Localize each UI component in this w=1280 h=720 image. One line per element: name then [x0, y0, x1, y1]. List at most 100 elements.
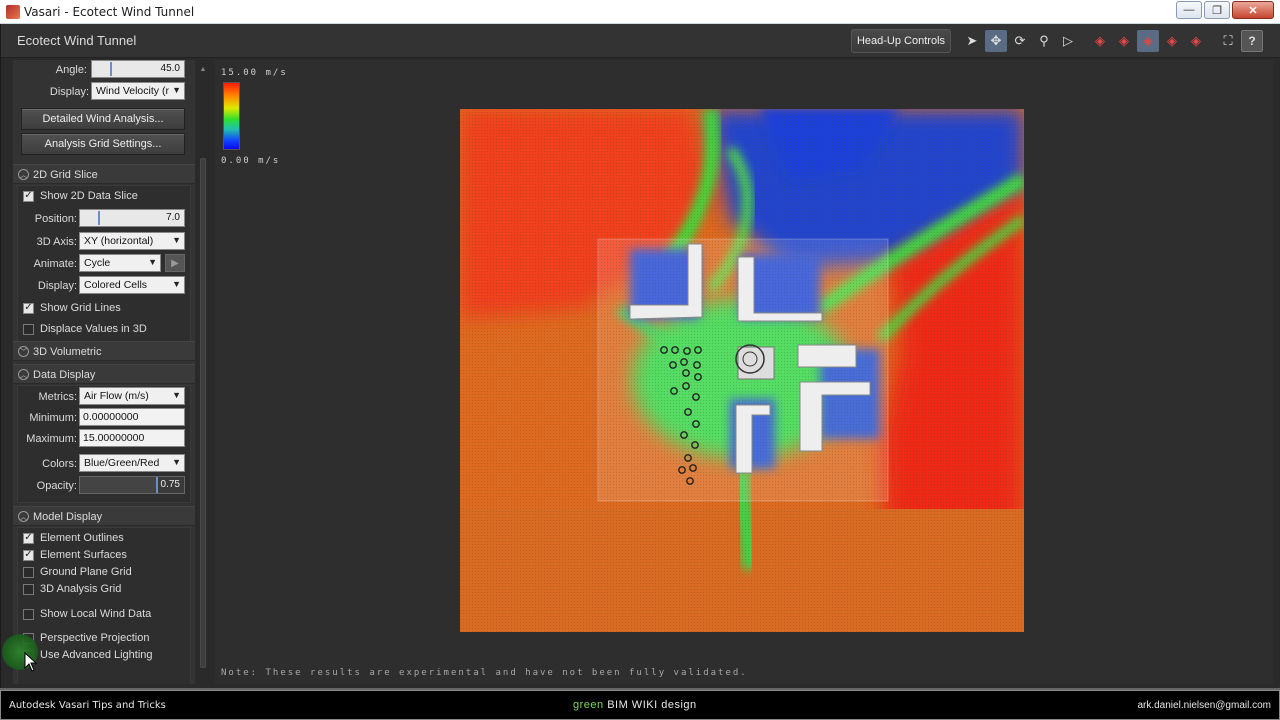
advanced-lighting-checkbox[interactable]: Use Advanced Lighting [23, 647, 153, 663]
position-value: 7.0 [166, 212, 180, 223]
show-grid-lines-checkbox[interactable]: ✓ Show Grid Lines [23, 300, 121, 316]
metrics-select[interactable]: Air Flow (m/s) ▼ [79, 387, 185, 405]
position-row: Position: 7.0 [13, 209, 195, 229]
minimum-input[interactable]: 0.00000000 [79, 408, 185, 426]
angle-label: Angle: [55, 64, 87, 76]
view-toolbar: ➤ ✥ ⟳ ⚲ ▷ ◈ ◈ ◈ ◈ ◈ ⛶ ? [961, 29, 1265, 53]
angle-slider-field[interactable]: 45.0 [91, 60, 185, 78]
perspective-projection-checkbox[interactable]: Perspective Projection [23, 630, 149, 646]
model-display-section-header[interactable]: ︿ Model Display [13, 506, 195, 526]
window-title: Vasari - Ecotect Wind Tunnel [24, 5, 195, 19]
brand-design: design [661, 699, 697, 711]
checkmark-icon: ✓ [23, 190, 34, 202]
chevron-down-icon: ▼ [148, 257, 157, 267]
cell-display-select[interactable]: Colored Cells ▼ [79, 276, 185, 294]
grid-slice-section-header[interactable]: ︿ 2D Grid Slice [13, 164, 195, 184]
volumetric-section-header[interactable]: ﹀ 3D Volumetric [13, 341, 195, 361]
animate-select-value: Cycle [84, 257, 111, 269]
volumetric-title: 3D Volumetric [33, 346, 102, 358]
analysis-viewport[interactable]: 15.00 m/s 0.00 m/s Note: These results a… [215, 60, 1273, 684]
fit-view-icon[interactable]: ⛶ [1217, 30, 1239, 52]
analysis-grid-settings-button[interactable]: Analysis Grid Settings... [21, 133, 185, 155]
ground-plane-grid-checkbox[interactable]: Ground Plane Grid [23, 564, 132, 580]
legend-min-label: 0.00 m/s [221, 156, 281, 166]
chevron-up-icon[interactable]: ︿ [18, 369, 29, 380]
display-select-value: Wind Velocity (r [96, 85, 169, 97]
opacity-label: Opacity: [36, 480, 77, 492]
displace-values-checkbox[interactable]: Displace Values in 3D [23, 321, 147, 337]
analysis-grid-checkbox[interactable]: 3D Analysis Grid [23, 581, 121, 597]
angle-slider-handle[interactable] [110, 62, 112, 76]
local-wind-data-checkbox[interactable]: Show Local Wind Data [23, 606, 151, 622]
element-surfaces-checkbox[interactable]: ✓ Element Surfaces [23, 547, 127, 563]
angle-value: 45.0 [160, 63, 180, 74]
show-2d-slice-label: Show 2D Data Slice [40, 190, 138, 202]
view-cube-icon-2[interactable]: ◈ [1113, 30, 1135, 52]
chevron-down-icon: ▼ [172, 457, 181, 467]
maximize-button[interactable]: ❐ [1204, 1, 1230, 19]
axis-select[interactable]: XY (horizontal) ▼ [79, 232, 185, 250]
data-display-section-header[interactable]: ︿ Data Display [13, 364, 195, 384]
display-select[interactable]: Wind Velocity (r ▼ [91, 82, 185, 100]
close-button[interactable]: ✕ [1232, 1, 1274, 19]
chevron-up-icon[interactable]: ︿ [18, 511, 29, 522]
analysis-grid-label: 3D Analysis Grid [40, 583, 122, 595]
select-arrow-icon[interactable]: ➤ [961, 30, 983, 52]
brand-green: green [573, 699, 604, 711]
brand-mid: BIM WIKI [603, 699, 662, 711]
chevron-down-icon: ▼ [172, 279, 181, 289]
walk-icon[interactable]: ▷ [1057, 30, 1079, 52]
unchecked-box-icon [23, 583, 34, 595]
maximum-input[interactable]: 15.00000000 [79, 429, 185, 447]
element-outlines-checkbox[interactable]: ✓ Element Outlines [23, 530, 124, 546]
unchecked-box-icon [23, 566, 34, 578]
view-cube-icon-5[interactable]: ◈ [1185, 30, 1207, 52]
view-cube-icon-4[interactable]: ◈ [1161, 30, 1183, 52]
color-legend-bar [223, 82, 240, 150]
display-label: Display: [49, 86, 89, 98]
advanced-lighting-label: Use Advanced Lighting [40, 649, 153, 661]
wind-velocity-plot[interactable] [460, 109, 1024, 632]
pan-icon[interactable]: ✥ [985, 30, 1007, 52]
model-display-title: Model Display [33, 511, 103, 523]
minimum-row: Minimum: 0.00000000 [13, 408, 195, 428]
position-slider-handle[interactable] [98, 211, 100, 225]
chevron-down-icon[interactable]: ﹀ [18, 346, 29, 357]
show-grid-lines-label: Show Grid Lines [40, 302, 121, 314]
colors-label: Colors: [42, 458, 77, 470]
scrollbar-thumb[interactable] [200, 158, 206, 668]
element-outlines-label: Element Outlines [40, 532, 124, 544]
scroll-up-icon[interactable]: ▲ [199, 66, 207, 73]
chevron-up-icon[interactable]: ︿ [18, 169, 29, 180]
animate-select[interactable]: Cycle ▼ [79, 254, 161, 272]
zoom-icon[interactable]: ⚲ [1033, 30, 1055, 52]
play-icon[interactable]: ▶ [165, 254, 185, 272]
vasari-app-icon [6, 5, 20, 19]
displace-values-label: Displace Values in 3D [40, 323, 147, 335]
chevron-down-icon: ▼ [172, 235, 181, 245]
help-icon[interactable]: ? [1241, 30, 1263, 52]
colors-row: Colors: Blue/Green/Red ▼ [13, 454, 195, 474]
metrics-select-value: Air Flow (m/s) [84, 390, 149, 402]
orbit-icon[interactable]: ⟳ [1009, 30, 1031, 52]
panel-scrollbar[interactable]: ▲ [199, 64, 207, 684]
colors-select[interactable]: Blue/Green/Red ▼ [79, 454, 185, 472]
opacity-row: Opacity: 0.75 [13, 476, 195, 496]
chevron-down-icon: ▼ [172, 85, 181, 95]
show-2d-slice-checkbox[interactable]: ✓ Show 2D Data Slice [23, 188, 138, 204]
position-slider-field[interactable]: 7.0 [79, 209, 185, 227]
validation-note: Note: These results are experimental and… [221, 668, 748, 678]
opacity-slider[interactable]: 0.75 [79, 476, 185, 494]
opacity-slider-fill [80, 477, 158, 493]
minimize-button[interactable]: — [1176, 1, 1202, 19]
view-cube-icon-3[interactable]: ◈ [1137, 30, 1159, 52]
view-cube-icon-1[interactable]: ◈ [1089, 30, 1111, 52]
unchecked-box-icon [23, 323, 34, 335]
mouse-cursor-icon [24, 652, 38, 672]
window-controls: — ❐ ✕ [1174, 1, 1274, 19]
head-up-controls-button[interactable]: Head-Up Controls [851, 29, 951, 53]
wind-tunnel-app: Ecotect Wind Tunnel Head-Up Controls ➤ ✥… [0, 24, 1280, 688]
detailed-wind-analysis-button[interactable]: Detailed Wind Analysis... [21, 108, 185, 130]
app-header: Ecotect Wind Tunnel Head-Up Controls ➤ ✥… [1, 24, 1280, 58]
checkmark-icon: ✓ [23, 532, 34, 544]
